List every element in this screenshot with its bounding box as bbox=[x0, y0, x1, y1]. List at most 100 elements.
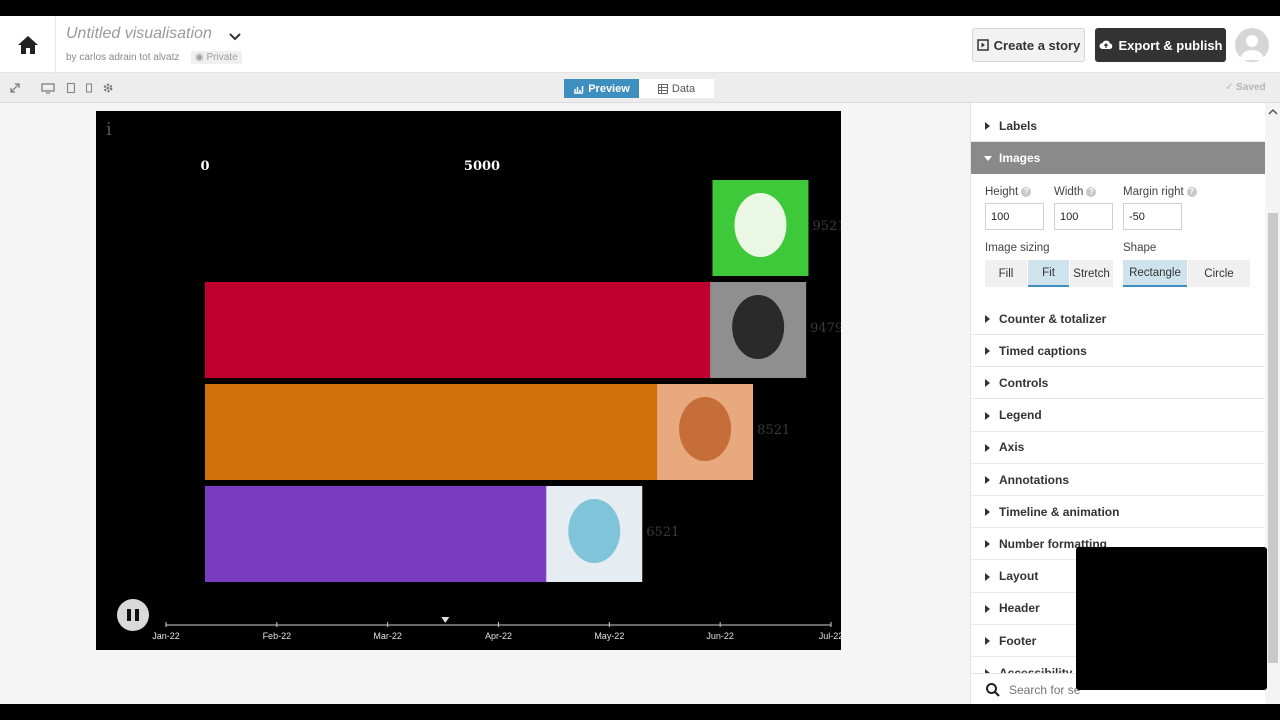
section-annotations[interactable]: Annotations bbox=[971, 464, 1265, 496]
chart-icon bbox=[574, 85, 584, 94]
tab-preview-label: Preview bbox=[588, 82, 630, 95]
tab-data[interactable]: Data bbox=[639, 79, 714, 98]
sizing-option-stretch[interactable]: Stretch bbox=[1070, 260, 1113, 287]
bar-image bbox=[546, 486, 643, 582]
bar-value-label: 9479 bbox=[810, 321, 841, 336]
section-title: Header bbox=[999, 601, 1040, 616]
timeline-tick-label: Feb-22 bbox=[263, 631, 292, 641]
desktop-icon[interactable] bbox=[41, 81, 55, 95]
bar bbox=[205, 180, 733, 276]
bar bbox=[205, 384, 678, 480]
home-icon[interactable] bbox=[14, 32, 42, 58]
width-label-text: Width bbox=[1054, 186, 1084, 198]
section-title: Axis bbox=[999, 440, 1025, 455]
cloud-upload-icon bbox=[1099, 40, 1112, 49]
timeline-tick-label: Jan-22 bbox=[152, 631, 180, 641]
export-publish-button[interactable]: Export & publish bbox=[1095, 28, 1226, 62]
shape-option-rectangle[interactable]: Rectangle bbox=[1123, 260, 1187, 287]
section-axis[interactable]: Axis bbox=[971, 432, 1265, 464]
check-icon: ✓ bbox=[1225, 82, 1234, 93]
create-story-button[interactable]: Create a story bbox=[972, 28, 1085, 62]
caret-right-icon bbox=[985, 411, 990, 420]
tablet-icon[interactable] bbox=[64, 81, 78, 95]
section-labels-title: Labels bbox=[999, 118, 1038, 133]
caret-right-icon bbox=[985, 476, 990, 484]
height-label: Height ? bbox=[985, 186, 1032, 198]
section-title: Timed captions bbox=[999, 343, 1087, 358]
section-title: Counter & totalizer bbox=[999, 311, 1107, 326]
width-input[interactable]: 100 bbox=[1054, 203, 1113, 230]
section-title: Timeline & animation bbox=[999, 504, 1120, 519]
bar bbox=[205, 282, 731, 378]
caret-down-icon bbox=[984, 156, 992, 161]
bar-image bbox=[657, 384, 754, 480]
expand-icon[interactable] bbox=[8, 81, 22, 95]
gear-icon[interactable] bbox=[101, 81, 115, 95]
preview-canvas: i 050009521947985216521Jan-22Feb-22Mar-2… bbox=[0, 103, 970, 704]
section-labels[interactable]: Labels bbox=[971, 110, 1265, 142]
timeline-tick-label: Apr-22 bbox=[485, 631, 512, 641]
timeline-tick-label: Mar-22 bbox=[373, 631, 402, 641]
mobile-icon[interactable] bbox=[82, 81, 96, 95]
section-timed-captions[interactable]: Timed captions bbox=[971, 335, 1265, 368]
caret-right-icon bbox=[985, 508, 990, 517]
bar-image bbox=[712, 180, 809, 276]
visualisation-title[interactable]: Untitled visualisation bbox=[66, 25, 212, 43]
section-controls[interactable]: Controls bbox=[971, 367, 1265, 400]
bar-value-label: 9521 bbox=[812, 219, 841, 234]
timeline-tick-label: Jul-22 bbox=[819, 631, 841, 641]
image-face bbox=[734, 193, 787, 257]
section-title: Legend bbox=[999, 408, 1042, 423]
play-square-icon bbox=[976, 39, 989, 51]
axis-tick-label: 0 bbox=[200, 159, 209, 174]
pause-button[interactable] bbox=[117, 599, 149, 631]
section-timeline-animation[interactable]: Timeline & animation bbox=[971, 496, 1265, 529]
section-title: Annotations bbox=[999, 472, 1069, 487]
pause-bar-left bbox=[127, 609, 131, 621]
section-title: Footer bbox=[999, 633, 1037, 648]
bar-value-label: 6521 bbox=[646, 525, 679, 540]
shape-option-circle[interactable]: Circle bbox=[1188, 260, 1250, 287]
saved-label: Saved bbox=[1236, 82, 1266, 93]
tab-preview[interactable]: Preview bbox=[564, 79, 639, 98]
image-face bbox=[568, 499, 621, 563]
avatar[interactable] bbox=[1235, 28, 1269, 62]
saved-status: ✓ Saved bbox=[1225, 82, 1266, 93]
author-byline: by carlos adrain tot alvatz bbox=[66, 52, 180, 63]
section-images[interactable]: Images bbox=[971, 142, 1265, 174]
image-face bbox=[679, 397, 732, 461]
height-label-text: Height bbox=[985, 186, 1019, 198]
bar bbox=[205, 486, 567, 582]
margin-right-label-text: Margin right bbox=[1123, 186, 1184, 198]
timeline-tick-label: May-22 bbox=[594, 631, 624, 641]
margin-right-input[interactable]: -50 bbox=[1123, 203, 1182, 230]
timeline-tick-label: Jun-22 bbox=[706, 631, 734, 641]
caret-right-icon bbox=[985, 540, 990, 549]
caret-right-icon bbox=[985, 379, 990, 388]
image-face bbox=[732, 295, 785, 359]
scrollbar-thumb[interactable] bbox=[1268, 213, 1278, 663]
search-icon bbox=[985, 682, 1001, 698]
help-icon[interactable]: ? bbox=[1086, 187, 1097, 197]
help-icon[interactable]: ? bbox=[1186, 187, 1197, 197]
section-legend[interactable]: Legend bbox=[971, 400, 1265, 432]
sizing-option-fit[interactable]: Fit bbox=[1028, 260, 1069, 287]
caret-right-icon bbox=[985, 347, 990, 356]
height-input[interactable]: 100 bbox=[985, 203, 1044, 230]
pause-bar-right bbox=[135, 609, 139, 621]
tab-data-label: Data bbox=[671, 82, 696, 95]
privacy-badge: ◉ Private bbox=[191, 51, 242, 64]
section-counter-totalizer[interactable]: Counter & totalizer bbox=[971, 303, 1265, 335]
caret-right-icon bbox=[985, 604, 990, 613]
header-divider bbox=[55, 16, 56, 73]
sizing-option-fill[interactable]: Fill bbox=[985, 260, 1027, 287]
create-story-label: Create a story bbox=[993, 37, 1081, 53]
help-icon[interactable]: ? bbox=[1021, 187, 1032, 197]
caret-right-icon bbox=[985, 572, 990, 581]
caret-right-icon bbox=[985, 637, 990, 645]
chevron-down-icon[interactable] bbox=[228, 30, 242, 44]
timeline-handle bbox=[441, 617, 450, 623]
section-title: Controls bbox=[999, 375, 1049, 390]
preview-toolbar: Preview Data ✓ Saved bbox=[0, 73, 1280, 103]
scroll-up-icon[interactable] bbox=[1267, 105, 1279, 117]
